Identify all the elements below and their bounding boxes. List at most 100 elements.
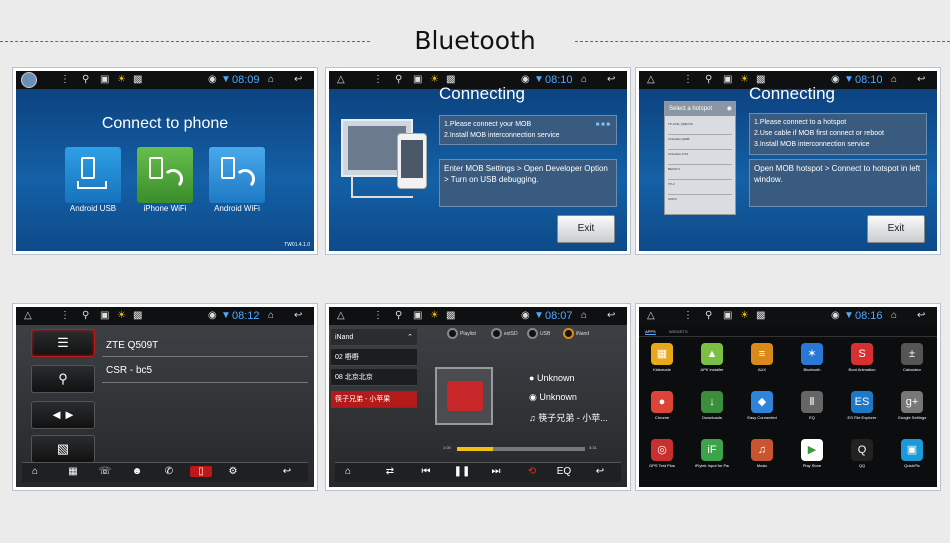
device-name[interactable]: CSR - bc5 [106,365,152,376]
app-music[interactable]: ♫ Music [745,439,779,468]
screenshot-icon[interactable]: ▣ [413,74,422,86]
repeat-icon[interactable]: ⟲ [521,466,543,477]
playlist-item-active[interactable]: 筷子兄弟 - 小苹果 [331,391,417,408]
app-eq[interactable]: Ⅱ EQ [795,391,829,420]
app-boot-animation[interactable]: S Boot Animation [845,343,879,372]
phone-icon[interactable]: ✆ [158,466,180,477]
home-icon[interactable]: ⌂ [268,74,274,86]
progress-track[interactable] [457,447,585,451]
eq-button[interactable]: EQ [553,466,575,477]
app-easy-connected[interactable]: ◆ Easy Connected [745,391,779,420]
pause-icon[interactable]: ❚❚ [451,466,473,477]
search-icon[interactable]: ⚲ [82,310,89,322]
search-icon[interactable]: ⚲ [705,74,712,86]
menu-icon[interactable]: ⋮ [373,74,383,86]
home-icon[interactable]: ⌂ [891,310,897,322]
app-bluetooth[interactable]: ✶ Bluetooth [795,343,829,372]
app-qq[interactable]: Q QQ [845,439,879,468]
device-icon[interactable]: ▯ [190,466,212,477]
source-inand[interactable]: iNand [563,328,589,339]
back-icon[interactable]: ↩ [917,74,925,86]
home-button-icon[interactable]: △ [647,310,655,322]
menu-icon[interactable]: ⋮ [60,310,70,322]
home-icon[interactable]: ⌂ [268,310,274,322]
brightness-icon[interactable]: ☀ [430,310,439,322]
search-device-button[interactable]: ⚲ [31,365,95,393]
brightness-icon[interactable]: ☀ [117,310,126,322]
home-button-icon[interactable]: △ [24,310,32,322]
app-quickpic[interactable]: ▣ QuickPic [895,439,929,468]
screenshot-icon[interactable]: ▣ [413,310,422,322]
source-extsd[interactable]: extSD [491,328,518,339]
exit-button[interactable]: Exit [557,215,615,243]
hotspot-item[interactable]: ChinaNet-1710 [668,150,732,165]
screenshot-icon[interactable]: ▣ [723,74,732,86]
search-icon[interactable]: ⚲ [705,310,712,322]
playlist-item[interactable]: 08 北京北京 [331,369,417,386]
android-wifi-tile[interactable] [209,147,265,203]
hotspot-item[interactable]: CMCC [668,195,732,210]
search-icon[interactable]: ⚲ [395,310,402,322]
source-playlist[interactable]: Playlist [447,328,476,339]
hotspot-item[interactable]: ChinaNet-QE9B [668,135,732,150]
paired-list-button[interactable]: ☰ [31,329,95,357]
back-icon[interactable]: ↩ [294,74,302,86]
menu-icon[interactable]: ⋮ [683,74,693,86]
shuffle-icon[interactable]: ⇄ [379,466,401,477]
back-icon[interactable]: ↩ [607,74,615,86]
brightness-icon[interactable]: ☀ [430,74,439,86]
settings-icon[interactable]: ⚙ [222,466,244,477]
menu-icon[interactable]: ⋮ [683,310,693,322]
app-apk-installer[interactable]: ▲ APK installer [695,343,729,372]
home-icon[interactable]: ⌂ [581,74,587,86]
call-log-icon[interactable]: ☏ [94,466,116,477]
screenshot-icon[interactable]: ▣ [100,310,109,322]
back-icon[interactable]: ↩ [276,466,298,477]
delete-button[interactable]: ▧ [31,435,95,463]
android-usb-tile[interactable] [65,147,121,203]
app-kidsmode[interactable]: ▦ Kidsmode [645,343,679,372]
hotspot-item[interactable]: TP-LINK_5DE7C8 [668,120,732,135]
app-google-settings[interactable]: g+ Google Settings [895,391,929,420]
home-icon[interactable]: ⌂ [891,74,897,86]
app-logo-icon[interactable] [21,72,37,88]
search-icon[interactable]: ⚲ [395,74,402,86]
home-icon[interactable]: ⌂ [337,466,359,477]
dialpad-icon[interactable]: ▦ [62,466,84,477]
back-icon[interactable]: ↩ [917,310,925,322]
source-header[interactable]: iNand ⌃ [331,329,417,346]
menu-icon[interactable]: ⋮ [60,74,70,86]
tab-widgets[interactable]: WIDGETS [669,329,688,334]
app-aux[interactable]: ≡ AUX [745,343,779,372]
connect-button[interactable]: ◄► [31,401,95,429]
hotspot-item[interactable]: TP-2 [668,180,732,195]
device-name[interactable]: ZTE Q509T [106,340,158,351]
iphone-wifi-tile[interactable] [137,147,193,203]
back-icon[interactable]: ↩ [294,310,302,322]
app-chrome[interactable]: ● Chrome [645,391,679,420]
hotspot-item[interactable]: BEKSTU [668,165,732,180]
app-es-file-explorer[interactable]: ES ES File Explorer [845,391,879,420]
previous-icon[interactable]: ⏮ [415,466,437,477]
source-usb[interactable]: USB [527,328,550,339]
exit-button[interactable]: Exit [867,215,925,243]
search-icon[interactable]: ⚲ [82,74,89,86]
screenshot-icon[interactable]: ▣ [723,310,732,322]
app-play-store[interactable]: ▶ Play Store [795,439,829,468]
next-icon[interactable]: ⏭ [485,466,507,477]
home-button-icon[interactable]: △ [647,74,655,86]
back-icon[interactable]: ↩ [607,310,615,322]
menu-icon[interactable]: ⋮ [373,310,383,322]
brightness-icon[interactable]: ☀ [740,74,749,86]
app-iflytek-input-for-pad[interactable]: iF iFlytek Input for Pad [695,439,729,468]
screenshot-icon[interactable]: ▣ [100,74,109,86]
home-icon[interactable]: ⌂ [581,310,587,322]
home-button-icon[interactable]: △ [337,74,345,86]
playlist-item[interactable]: 02 嘢嘢 [331,349,417,366]
app-calculator[interactable]: ± Calculator [895,343,929,372]
brightness-icon[interactable]: ☀ [740,310,749,322]
tab-apps[interactable]: APPS [645,329,656,335]
back-icon[interactable]: ↩ [589,466,611,477]
brightness-icon[interactable]: ☀ [117,74,126,86]
app-downloads[interactable]: ↓ Downloads [695,391,729,420]
